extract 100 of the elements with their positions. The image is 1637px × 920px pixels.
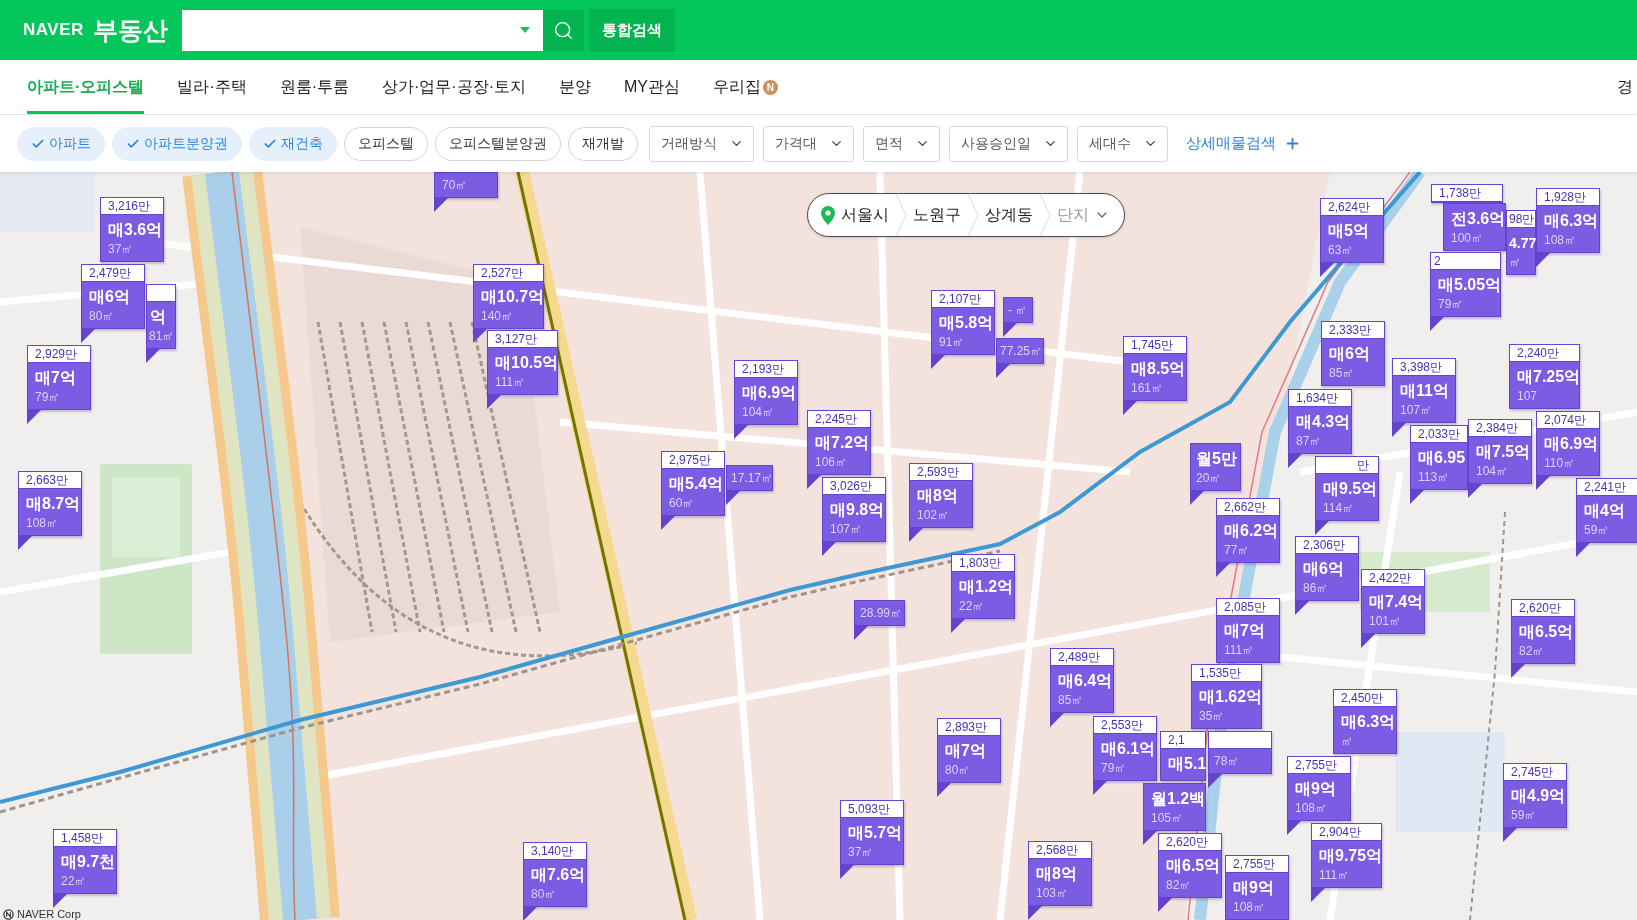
price-marker[interactable]: 2,074만 매6.9억 110㎡ (1536, 411, 1600, 476)
price-marker[interactable]: 2,975만 매5.4억 60㎡ (661, 451, 725, 516)
deal-price-text: 매7.25억 (1517, 367, 1581, 387)
filter-dropdown[interactable]: 가격대 (763, 125, 854, 162)
price-marker[interactable]: 2,245만 매7.2억 106㎡ (807, 410, 871, 475)
filter-dropdown[interactable]: 면적 (863, 125, 940, 162)
plus-icon (1284, 135, 1301, 152)
area-text: 79㎡ (35, 389, 61, 404)
price-marker[interactable]: 3,398만 매11억 107㎡ (1392, 358, 1456, 423)
price-marker[interactable]: 2,479만 매6억 80㎡ (81, 264, 145, 329)
price-marker[interactable]: 3,140만 매7.6억 80㎡ (523, 842, 587, 907)
unit-price-text: 2,929만 (35, 347, 78, 361)
nav-link[interactable]: 경 (1617, 75, 1633, 99)
price-marker[interactable]: 억 81㎡ (146, 284, 176, 349)
region-crumb[interactable]: 노원구 (913, 203, 961, 227)
price-marker[interactable]: 2,085만 매7억 111㎡ (1216, 598, 1280, 663)
filter-dropdown[interactable]: 세대수 (1077, 125, 1168, 162)
price-marker[interactable]: 월1.2백 105㎡ (1143, 783, 1206, 831)
price-marker[interactable]: 2,893만 매7억 80㎡ (937, 718, 1001, 783)
deal-price-text: 월1.2백 (1151, 789, 1206, 809)
price-marker[interactable]: 2,663만 매8.7억 108㎡ (18, 471, 82, 536)
location-pin-icon (821, 205, 835, 225)
deal-price-text: 매6억 (1329, 344, 1370, 364)
deal-price-text: 매6.4억 (1058, 671, 1113, 691)
price-marker[interactable]: 2,527만 매10.7억 140㎡ (473, 264, 544, 329)
category-tab[interactable]: 분양 (558, 60, 591, 114)
category-tab[interactable]: 원룸·투룸 (279, 60, 349, 114)
price-marker[interactable]: 2,553만 매6.1억 79㎡ (1093, 716, 1157, 781)
price-marker[interactable]: 2,107만 매5.8억 91㎡ (931, 290, 995, 355)
category-tab[interactable]: 우리집 N (712, 60, 778, 114)
area-text: 113㎡ (1418, 469, 1450, 484)
price-marker[interactable]: 1,745만 매8.5억 161㎡ (1123, 336, 1187, 401)
price-marker[interactable]: 1,803만 매1.2억 22㎡ (951, 554, 1015, 619)
price-marker[interactable]: 1,928만 매6.3억 108㎡ (1536, 188, 1600, 253)
unit-price-text: 2,306만 (1303, 538, 1346, 552)
price-marker[interactable]: 만 매9.5억 114㎡ (1315, 456, 1379, 521)
area-text: 86㎡ (1303, 580, 1329, 595)
category-tab[interactable]: 빌라·주택 (177, 60, 247, 114)
category-tab[interactable]: 상가·업무·공장·토지 (382, 60, 526, 114)
price-marker[interactable]: 2,624만 매5억 63㎡ (1320, 198, 1384, 263)
marker-tail-icon (909, 528, 923, 542)
detail-search-link[interactable]: 상세매물검색 (1186, 132, 1301, 155)
deal-price-text: 매3.6억 (108, 220, 163, 240)
price-marker[interactable]: 2,422만 매7.4억 101㎡ (1361, 569, 1425, 634)
price-marker[interactable]: 2,241만 매4억 59㎡ (1576, 478, 1637, 543)
price-marker[interactable]: 3,216만 매3.6억 37㎡ (100, 197, 164, 262)
filter-chip[interactable]: 오피스텔분양권 (435, 126, 561, 161)
price-marker[interactable]: 3,026만 매9.8억 107㎡ (822, 477, 886, 542)
unit-price-text: 2,904만 (1319, 825, 1362, 839)
price-marker[interactable]: 2 매5.05억 79㎡ (1430, 252, 1501, 317)
price-marker[interactable]: 2,620만 매6.5억 82㎡ (1511, 599, 1575, 664)
area-text: 37㎡ (108, 241, 134, 256)
price-marker[interactable]: 전3.6억 100㎡ (1443, 203, 1506, 251)
search-button[interactable] (542, 9, 584, 51)
search-field[interactable] (181, 9, 543, 51)
price-marker[interactable]: 2,755만 매9억 108㎡ (1225, 855, 1289, 920)
region-crumb[interactable]: 상계동 (985, 203, 1033, 227)
filter-dropdown[interactable]: 거래방식 (649, 125, 754, 162)
marker-tail-icon (1311, 888, 1325, 902)
price-marker[interactable]: 2,593만 매8억 102㎡ (909, 463, 973, 528)
price-marker[interactable]: 1,634만 매4.3억 87㎡ (1288, 389, 1352, 454)
dropdown-caret-icon[interactable] (519, 27, 530, 33)
price-marker[interactable]: 5,093만 매5.7억 37㎡ (840, 800, 904, 865)
price-marker[interactable]: 2,033만 매6.95 113㎡ (1410, 425, 1468, 490)
unit-price-text: 3,127만 (495, 332, 538, 346)
marker-tail-icon (951, 619, 965, 633)
marker-tail-icon (146, 349, 160, 363)
price-marker[interactable]: 2,929만 매7억 79㎡ (27, 345, 91, 410)
price-marker[interactable]: 2,333만 매6억 85㎡ (1321, 321, 1385, 386)
price-marker[interactable]: 2,745만 매4.9억 59㎡ (1503, 763, 1567, 828)
price-marker[interactable]: 2,240만 매7.25억 107 (1509, 344, 1580, 409)
price-marker[interactable]: 2,568만 매8억 103㎡ (1028, 841, 1092, 906)
price-marker[interactable]: 월5만 20㎡ (1190, 443, 1241, 491)
filter-chip[interactable]: 재개발 (568, 126, 638, 161)
price-marker[interactable]: 2,662만 매6.2억 77㎡ (1216, 498, 1280, 563)
category-tab[interactable]: MY관심 (623, 60, 680, 114)
price-marker[interactable]: 1,535만 매1.62억 35㎡ (1191, 664, 1262, 729)
price-marker[interactable]: 2,489만 매6.4억 85㎡ (1050, 648, 1114, 713)
filter-chip[interactable]: 오피스텔 (344, 126, 428, 161)
price-marker[interactable]: 2,450만 매6.3억 ㎡ (1333, 689, 1397, 754)
price-marker[interactable]: 2,1 매5.1 (1160, 731, 1206, 781)
area-text: 91㎡ (939, 334, 965, 349)
price-marker[interactable]: 2,620만 매6.5억 82㎡ (1158, 833, 1222, 898)
region-crumb[interactable]: 서울시 (841, 203, 889, 227)
unit-price-text: 2,745만 (1511, 765, 1554, 779)
price-marker[interactable]: 2,904만 매9.75억 111㎡ (1311, 823, 1382, 888)
price-marker[interactable]: 2,384만 매7.5억 104㎡ (1468, 419, 1532, 484)
price-marker[interactable]: 2,755만 매9억 108㎡ (1287, 756, 1351, 821)
price-marker[interactable]: 2,306만 매6억 86㎡ (1295, 536, 1359, 601)
area-text: 140㎡ (481, 308, 514, 323)
filter-dropdown[interactable]: 사용승인일 (949, 125, 1068, 162)
price-marker[interactable]: 3,127만 매10.5억 111㎡ (487, 330, 558, 395)
area-text: 37㎡ (848, 844, 874, 859)
unit-price-text: 2,033만 (1418, 427, 1461, 441)
price-marker[interactable]: 1,738만 (1431, 184, 1503, 203)
price-marker[interactable]: 1,458만 매9.7천 22㎡ (53, 829, 117, 894)
price-marker[interactable]: 2,193만 매6.9억 104㎡ (734, 360, 798, 425)
area-text: 107㎡ (830, 521, 863, 536)
price-marker[interactable]: 98만 4.77 ㎡ (1506, 210, 1536, 275)
area-text: 111㎡ (1319, 867, 1350, 882)
